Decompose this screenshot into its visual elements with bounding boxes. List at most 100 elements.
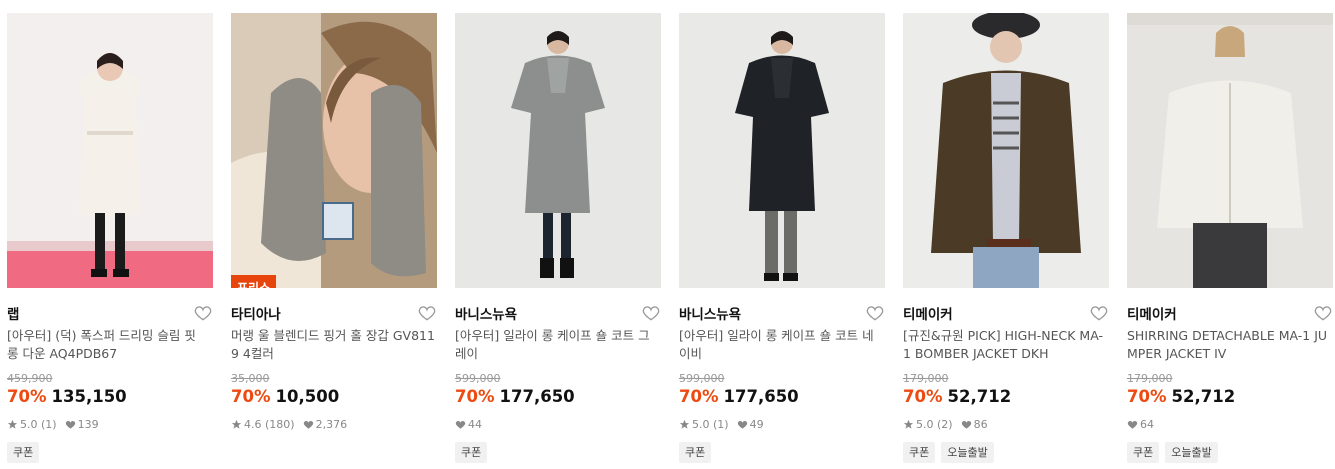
- coupon-tag: 쿠폰: [679, 442, 712, 463]
- product-image[interactable]: [679, 13, 885, 288]
- tag-list: 쿠폰: [455, 442, 488, 463]
- likes-group: 86: [961, 418, 988, 431]
- product-name[interactable]: [규진&규원 PICK] HIGH-NECK MA-1 BOMBER JACKE…: [903, 327, 1107, 363]
- like-count: 49: [749, 418, 764, 431]
- product-name[interactable]: SHIRRING DETACHABLE MA-1 JUMPER JACKET I…: [1127, 327, 1331, 363]
- product-name[interactable]: [아우터] 일라이 롱 케이프 숄 코트 그레이: [455, 327, 659, 363]
- heart-filled-icon: [737, 419, 748, 430]
- rating-value: 4.6: [244, 418, 262, 431]
- product-card[interactable]: 티메이커 [규진&규원 PICK] HIGH-NECK MA-1 BOMBER …: [903, 13, 1109, 469]
- tag-list: 쿠폰 오늘출발: [1127, 442, 1218, 463]
- discount-rate: 70%: [903, 387, 943, 406]
- discount-rate: 70%: [455, 387, 495, 406]
- rating-group: 4.6 (180): [231, 418, 295, 431]
- original-price: 459,900: [7, 372, 53, 385]
- sale-price: 177,650: [499, 387, 575, 406]
- heart-filled-icon: [303, 419, 314, 430]
- review-count: (1): [713, 418, 729, 431]
- discount-rate: 70%: [231, 387, 271, 406]
- heart-icon[interactable]: [1089, 303, 1109, 323]
- like-count: 64: [1140, 418, 1154, 431]
- product-stats: 44: [455, 418, 490, 431]
- free-show-badge: 프리쇼: [231, 275, 277, 288]
- original-price: 179,000: [1127, 372, 1173, 385]
- star-icon: [7, 419, 18, 430]
- product-image[interactable]: [455, 13, 661, 288]
- coupon-tag: 쿠폰: [7, 442, 40, 463]
- product-image[interactable]: 프리쇼: [231, 13, 437, 288]
- like-count: 44: [468, 418, 482, 431]
- product-card[interactable]: 프리쇼 타티아나 머랭 울 블렌디드 핑거 홀 장갑 GV8119 4컬러 35…: [231, 13, 437, 469]
- sale-price: 177,650: [723, 387, 799, 406]
- likes-group: 44: [455, 418, 482, 431]
- product-card[interactable]: 바니스뉴욕 [아우터] 일라이 롱 케이프 숄 코트 그레이 599,000 7…: [455, 13, 661, 469]
- product-name[interactable]: [아우터] (덕) 폭스퍼 드리밍 슬림 핏 롱 다운 AQ4PDB67: [7, 327, 211, 363]
- heart-icon[interactable]: [417, 303, 437, 323]
- sale-price: 10,500: [275, 387, 340, 406]
- product-image[interactable]: [7, 13, 213, 288]
- likes-group: 139: [65, 418, 99, 431]
- heart-filled-icon: [65, 419, 76, 430]
- coupon-tag: 쿠폰: [1127, 442, 1160, 463]
- price-line: 70% 52,712: [1127, 387, 1235, 406]
- price-line: 70% 177,650: [455, 387, 575, 406]
- product-card[interactable]: 랩 [아우터] (덕) 폭스퍼 드리밍 슬림 핏 롱 다운 AQ4PDB67 4…: [7, 13, 213, 469]
- sale-price: 52,712: [947, 387, 1012, 406]
- tag-list: 쿠폰: [7, 442, 40, 463]
- heart-icon[interactable]: [1313, 303, 1333, 323]
- product-card[interactable]: 바니스뉴욕 [아우터] 일라이 롱 케이프 숄 코트 네이비 599,000 7…: [679, 13, 885, 469]
- like-count: 86: [973, 418, 988, 431]
- product-stats: 5.0 (1) 139: [7, 418, 107, 431]
- brand-name[interactable]: 바니스뉴욕: [455, 303, 517, 323]
- star-icon: [903, 419, 914, 430]
- tag-list: 쿠폰 오늘출발: [903, 442, 994, 463]
- coupon-tag: 쿠폰: [455, 442, 488, 463]
- rating-value: 5.0: [916, 418, 934, 431]
- product-name[interactable]: 머랭 울 블렌디드 핑거 홀 장갑 GV8119 4컬러: [231, 327, 435, 363]
- same-day-shipping-tag: 오늘출발: [941, 442, 994, 463]
- price-line: 70% 177,650: [679, 387, 799, 406]
- rating-value: 5.0: [20, 418, 38, 431]
- price-line: 70% 52,712: [903, 387, 1011, 406]
- tag-list: 쿠폰: [679, 442, 712, 463]
- product-name[interactable]: [아우터] 일라이 롱 케이프 숄 코트 네이비: [679, 327, 883, 363]
- product-image[interactable]: [1127, 13, 1333, 288]
- sale-price: 135,150: [51, 387, 127, 406]
- heart-icon[interactable]: [641, 303, 661, 323]
- likes-group: 64: [1127, 418, 1154, 431]
- product-image[interactable]: [903, 13, 1109, 288]
- price-line: 70% 10,500: [231, 387, 339, 406]
- discount-rate: 70%: [679, 387, 719, 406]
- rating-value: 5.0: [692, 418, 710, 431]
- price-line: 70% 135,150: [7, 387, 127, 406]
- brand-name[interactable]: 바니스뉴욕: [679, 303, 741, 323]
- product-stats: 4.6 (180) 2,376: [231, 418, 355, 431]
- product-card[interactable]: 티메이커 SHIRRING DETACHABLE MA-1 JUMPER JAC…: [1127, 13, 1333, 469]
- product-grid: 랩 [아우터] (덕) 폭스퍼 드리밍 슬림 핏 롱 다운 AQ4PDB67 4…: [7, 13, 1335, 469]
- star-icon: [231, 419, 242, 430]
- discount-rate: 70%: [1127, 387, 1167, 406]
- heart-icon[interactable]: [865, 303, 885, 323]
- original-price: 179,000: [903, 372, 949, 385]
- like-count: 2,376: [315, 418, 348, 431]
- product-stats: 64: [1127, 418, 1162, 431]
- original-price: 599,000: [679, 372, 725, 385]
- rating-group: 5.0 (2): [903, 418, 953, 431]
- sale-price: 52,712: [1171, 387, 1236, 406]
- heart-filled-icon: [1127, 419, 1138, 430]
- heart-icon[interactable]: [193, 303, 213, 323]
- product-stats: 5.0 (1) 49: [679, 418, 772, 431]
- star-icon: [679, 419, 690, 430]
- rating-group: 5.0 (1): [679, 418, 729, 431]
- brand-name[interactable]: 티메이커: [903, 303, 953, 323]
- heart-filled-icon: [961, 419, 972, 430]
- brand-name[interactable]: 랩: [7, 303, 19, 323]
- brand-name[interactable]: 타티아나: [231, 303, 281, 323]
- likes-group: 49: [737, 418, 764, 431]
- brand-name[interactable]: 티메이커: [1127, 303, 1177, 323]
- discount-rate: 70%: [7, 387, 47, 406]
- review-count: (2): [937, 418, 953, 431]
- same-day-shipping-tag: 오늘출발: [1165, 442, 1218, 463]
- heart-filled-icon: [455, 419, 466, 430]
- review-count: (1): [41, 418, 57, 431]
